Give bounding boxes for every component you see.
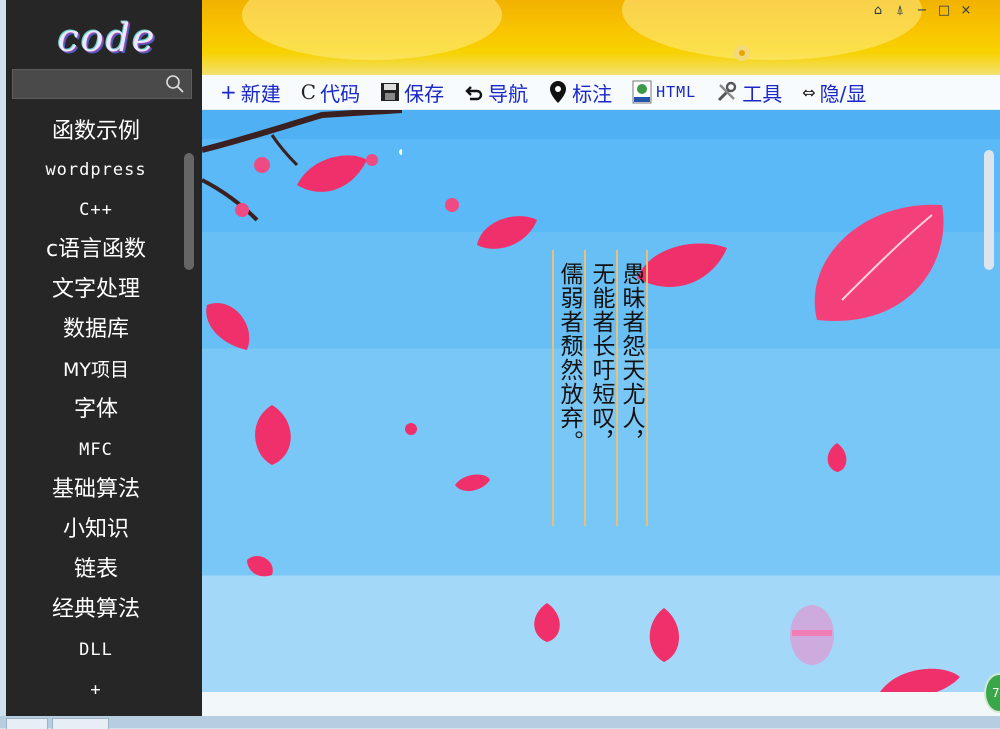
nav-button[interactable]: 导航 [464,78,528,107]
maximize-icon[interactable]: □ [936,3,952,19]
html-file-icon [632,80,652,104]
main-area: ⌂ ⍋ − □ × + 新建 C 代码 保存 导航 标注 HTML 工具 ⇔ 隐… [202,0,1000,716]
sidebar-item-dll[interactable]: DLL [6,630,186,670]
toggle-label: 隐/显 [819,81,867,106]
window-controls: ⌂ ⍋ − □ × [870,3,974,19]
save-button[interactable]: 保存 [380,78,444,107]
minimize-icon[interactable]: − [914,3,930,19]
search-box[interactable] [12,69,192,99]
code-label: 代码 [320,81,361,106]
sidebar-item-add[interactable]: + [6,670,186,710]
new-label: 新建 [240,81,281,106]
sidebar-item-cpp[interactable]: C++ [6,190,186,230]
mark-label: 标注 [572,81,613,106]
sidebar-item-classic-algorithms[interactable]: 经典算法 [6,590,186,630]
plus-icon: + [220,80,237,104]
poem-line: 儒弱者颓然放弃。 [552,250,584,526]
sidebar-item-functions[interactable]: 函数示例 [6,112,186,152]
taskbar-button[interactable] [52,718,109,729]
save-label: 保存 [404,81,445,106]
bottom-strip [202,692,1000,716]
tools-button[interactable]: 工具 [716,78,782,107]
sidebar-item-linked-list[interactable]: 链表 [6,550,186,590]
html-button[interactable]: HTML [632,80,696,104]
poem-line: 愚昧者怨天尤人， [616,250,648,526]
wrench-icon [716,81,738,103]
taskbar-button[interactable] [6,718,48,729]
back-arrow-icon [464,82,484,102]
sidebar-item-tips[interactable]: 小知识 [6,510,186,550]
sidebar-item-basic-algorithms[interactable]: 基础算法 [6,470,186,510]
html-label: HTML [656,83,697,101]
double-arrow-icon: ⇔ [802,82,816,102]
floppy-icon [380,82,400,102]
sidebar-item-wordpress[interactable]: wordpress [6,150,186,190]
new-button[interactable]: + 新建 [220,78,281,107]
sidebar-item-fonts[interactable]: 字体 [6,390,186,430]
sidebar: code 函数示例 wordpress C++ c语言函数 文字处理 数据库 M… [0,0,202,716]
sidebar-item-my-project[interactable]: MY项目 [6,350,186,390]
search-icon[interactable] [165,74,185,94]
toolbar: + 新建 C 代码 保存 导航 标注 HTML 工具 ⇔ 隐/显 [202,75,1000,110]
poem: 愚昧者怨天尤人， 无能者长吁短叹， 儒弱者颓然放弃。 [552,250,648,526]
location-pin-icon [548,80,568,104]
logo: code [57,16,157,60]
canvas-scrollbar[interactable] [984,150,994,270]
code-button[interactable]: C 代码 [301,78,360,107]
search-input[interactable] [17,73,161,97]
home-icon[interactable]: ⌂ [870,3,886,19]
sidebar-item-c-functions[interactable]: c语言函数 [6,230,186,270]
sidebar-item-text-processing[interactable]: 文字处理 [6,270,186,310]
sidebar-menu: 函数示例 wordpress C++ c语言函数 文字处理 数据库 MY项目 字… [6,112,186,710]
close-icon[interactable]: × [958,3,974,19]
tools-label: 工具 [742,81,783,106]
code-icon: C [300,80,317,104]
poem-line: 无能者长吁短叹， [584,250,616,526]
sidebar-item-mfc[interactable]: MFC [6,430,186,470]
mark-button[interactable]: 标注 [548,78,612,107]
taskbar [0,716,1000,728]
nav-label: 导航 [488,81,529,106]
sidebar-scrollbar[interactable] [184,153,194,270]
sidebar-item-database[interactable]: 数据库 [6,310,186,350]
pin-icon[interactable]: ⍋ [892,3,908,19]
flower-icon [734,45,750,61]
toggle-button[interactable]: ⇔ 隐/显 [802,78,866,107]
